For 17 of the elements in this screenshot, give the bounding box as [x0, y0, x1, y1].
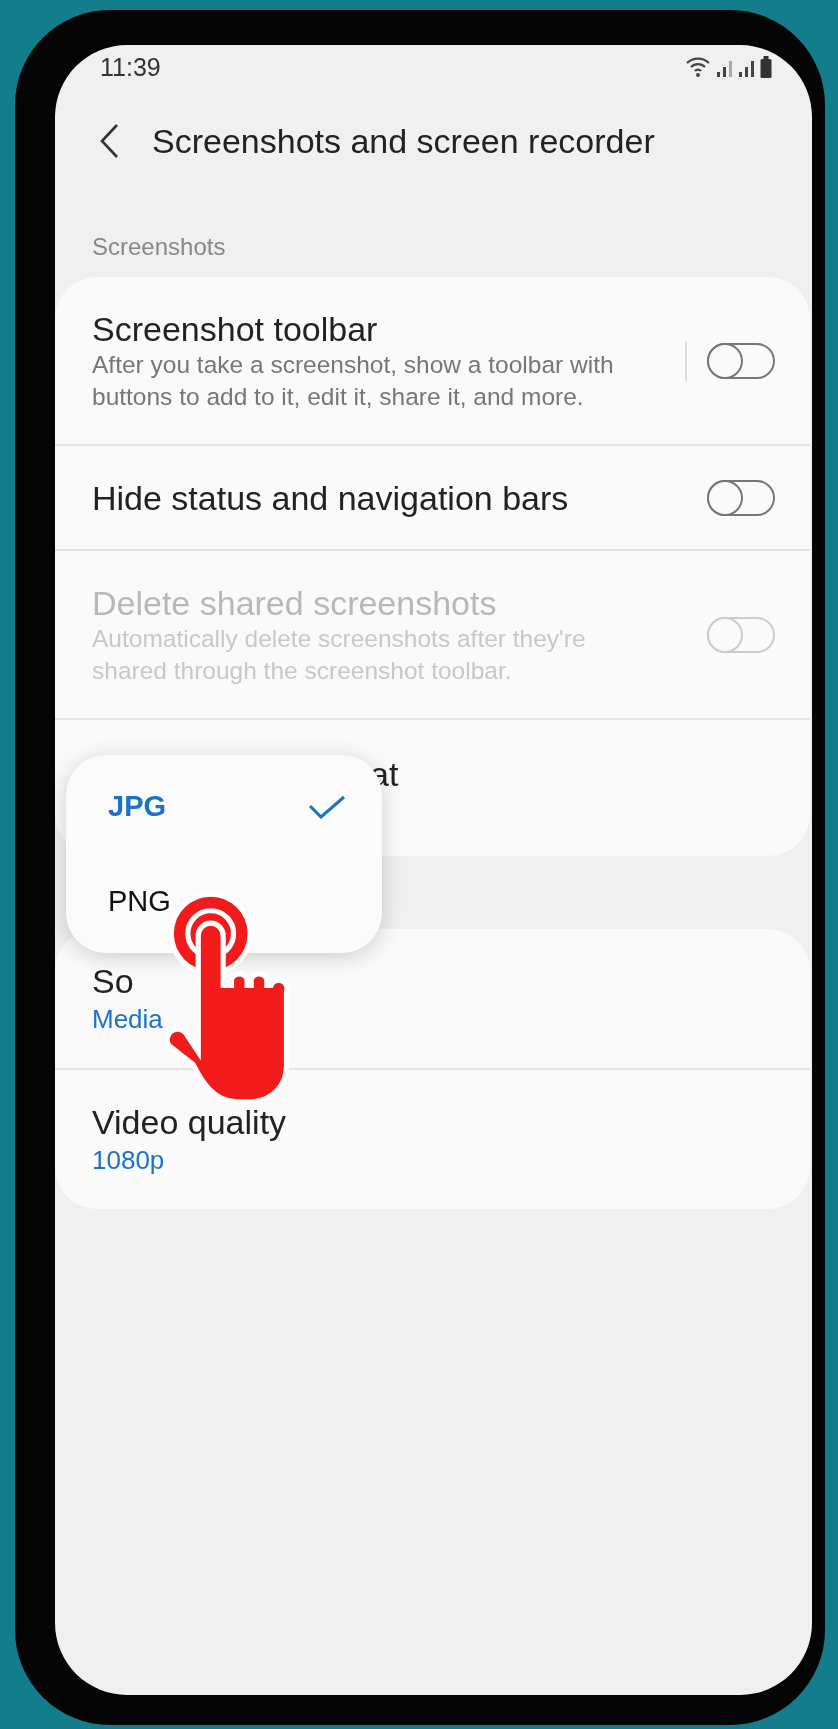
menu-option[interactable]: PNG: [66, 856, 382, 947]
toggle-switch[interactable]: [707, 343, 775, 379]
battery-icon: [760, 55, 772, 79]
toggle-switch[interactable]: [707, 480, 775, 516]
setting-title: Video quality: [92, 1102, 288, 1142]
setting-title: Hide status and navigation bars: [92, 478, 570, 518]
check-icon: [308, 794, 346, 819]
setting-description: After you take a screenshot, show a toolbar with buttons to add to it, edit it, share it, and more.: [92, 350, 615, 412]
setting-value: 1080p: [92, 1144, 166, 1177]
status-time: 11:39: [100, 52, 161, 82]
setting-title: Screenshot toolbar: [92, 309, 379, 349]
wifi-icon: [685, 55, 711, 79]
page-title: Screenshots and screen recorder: [152, 121, 655, 161]
setting-title: Delete shared screenshots: [92, 583, 498, 623]
setting-value: Media: [92, 1003, 164, 1036]
section-header: Screenshots: [91, 232, 227, 262]
setting-title: So: [92, 961, 135, 1001]
